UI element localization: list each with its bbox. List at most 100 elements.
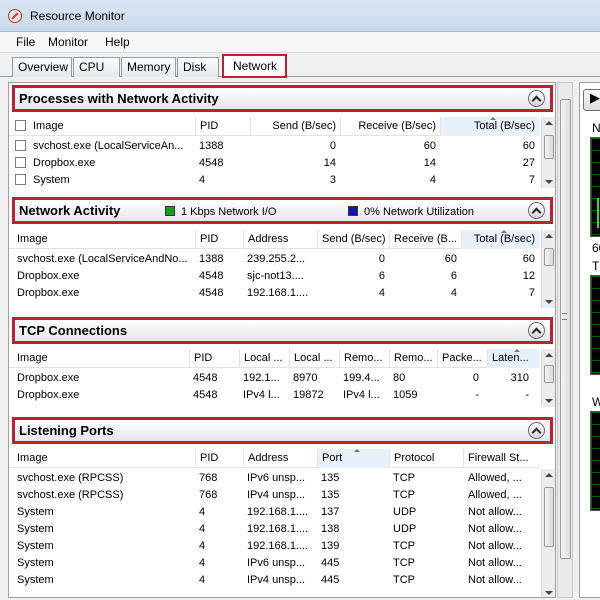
row-address: IPv6 unsp... [247,472,306,484]
scroll-thumb[interactable] [544,487,554,547]
column-receive[interactable]: Receive (B... [389,230,461,249]
scroll-up-icon[interactable] [545,353,553,357]
scroll-down-icon[interactable] [545,180,553,184]
menu-monitor[interactable]: Monitor [48,35,88,49]
column-pid[interactable]: PID [189,349,239,368]
listening-ports-header[interactable]: Listening Ports [12,417,553,444]
wireless-graph [590,411,600,511]
column-packet-loss[interactable]: Packe... [437,349,487,368]
table-row[interactable]: Dropbox.exe 4548 192.1... 8970 199.4... … [9,370,539,387]
network-activity-scrollbar[interactable] [541,230,555,308]
table-header: Image PID Send (B/sec) Receive (B/sec) T… [9,117,539,136]
column-send[interactable]: Send (B/sec) [317,230,389,249]
network-activity-header[interactable]: Network Activity 1 Kbps Network I/O 0% N… [12,197,553,224]
collapse-icon[interactable] [528,202,545,219]
column-firewall-status[interactable]: Firewall St... [463,449,539,468]
row-port: 138 [321,523,340,535]
scroll-down-icon[interactable] [545,399,553,403]
collapse-icon[interactable] [528,322,545,339]
scroll-thumb[interactable] [560,99,571,559]
column-pid[interactable]: PID [195,230,243,249]
select-all-checkbox[interactable] [15,120,26,131]
column-local-port[interactable]: Local ... [289,349,339,368]
row-pid: 4548 [199,270,224,282]
row-local-address: IPv4 l... [243,389,280,401]
scroll-up-icon[interactable] [545,234,553,238]
table-row[interactable]: System 4 IPv6 unsp... 445 TCP Not allow.… [9,555,539,572]
column-pid[interactable]: PID [195,449,243,468]
row-pid: 4548 [193,389,218,401]
views-button[interactable]: ▶ [583,89,600,111]
column-send[interactable]: Send (B/sec) [250,117,340,136]
table-row[interactable]: System 4 IPv4 unsp... 445 TCP Not allow.… [9,572,539,589]
row-address: 192.168.1.... [247,287,309,299]
tab-network[interactable]: Network [222,54,287,78]
scroll-up-icon[interactable] [545,121,553,125]
column-total[interactable]: Total (B/sec) [461,230,539,249]
tcp-header[interactable]: TCP Connections [12,317,553,344]
tab-disk[interactable]: Disk [177,57,219,77]
table-row[interactable]: svchost.exe (RPCSS) 768 IPv4 unsp... 135… [9,487,539,504]
graph-label-network: N [592,121,600,135]
processes-header[interactable]: Processes with Network Activity [12,85,553,112]
resource-monitor-icon [8,9,22,23]
scroll-thumb[interactable] [544,248,554,266]
tcp-scrollbar[interactable] [541,349,555,407]
collapse-icon[interactable] [528,90,545,107]
column-image[interactable]: Image [9,349,189,368]
tab-overview[interactable]: Overview [12,57,72,77]
row-port: 139 [321,540,340,552]
row-packet-loss: - [475,389,479,401]
listening-ports-scrollbar[interactable] [541,469,555,597]
network-pane: Processes with Network Activity Image PI… [8,82,556,598]
tab-cpu[interactable]: CPU [73,57,120,77]
scroll-down-icon[interactable] [545,300,553,304]
table-row[interactable]: System 4 192.168.1.... 138 UDP Not allow… [9,521,539,538]
column-image[interactable]: Image [9,230,195,249]
processes-scrollbar[interactable] [541,117,555,188]
table-row[interactable]: Dropbox.exe 4548 14 14 27 [9,155,539,172]
tab-memory[interactable]: Memory [121,57,176,77]
column-image[interactable]: Image [9,449,195,468]
legend-swatch [165,206,175,216]
row-checkbox[interactable] [15,174,26,185]
row-address: sjc-not13.... [247,270,304,282]
column-remote-port[interactable]: Remo... [389,349,437,368]
table-row[interactable]: System 4 3 4 7 [9,172,539,189]
row-pid: 4 [199,540,206,552]
column-remote-address[interactable]: Remo... [339,349,389,368]
table-row[interactable]: System 4 192.168.1.... 139 TCP Not allow… [9,538,539,555]
scroll-down-icon[interactable] [545,591,553,595]
row-image: svchost.exe (RPCSS) [17,472,124,484]
table-row[interactable]: svchost.exe (RPCSS) 768 IPv6 unsp... 135… [9,470,539,487]
column-address[interactable]: Address [243,449,317,468]
column-local-address[interactable]: Local ... [239,349,289,368]
scroll-thumb[interactable] [544,135,554,159]
row-address: 192.168.1.... [247,540,309,552]
main-scrollbar[interactable] [557,82,573,598]
column-protocol[interactable]: Protocol [389,449,463,468]
row-checkbox[interactable] [15,157,26,168]
menu-help[interactable]: Help [105,35,130,49]
table-row[interactable]: Dropbox.exe 4548 sjc-not13.... 6 6 12 [9,268,539,285]
collapse-icon[interactable] [528,422,545,439]
section-title: Network Activity [19,203,121,218]
column-total[interactable]: Total (B/sec) [440,117,539,136]
table-row[interactable]: System 4 192.168.1.... 137 UDP Not allow… [9,504,539,521]
scroll-up-icon[interactable] [545,473,553,477]
table-row[interactable]: svchost.exe (LocalServiceAndNo... 1388 2… [9,251,539,268]
column-image[interactable]: Image [9,117,195,136]
column-address[interactable]: Address [243,230,317,249]
column-pid[interactable]: PID [195,117,250,136]
scroll-thumb[interactable] [544,365,554,383]
network-graph [590,137,600,237]
column-latency[interactable]: Laten... [487,349,539,368]
table-row[interactable]: Dropbox.exe 4548 IPv4 l... 19872 IPv4 l.… [9,387,539,404]
table-row[interactable]: Dropbox.exe 4548 192.168.1.... 4 4 7 [9,285,539,302]
row-checkbox[interactable] [15,140,26,151]
table-row[interactable]: svchost.exe (LocalServiceAn... 1388 0 60… [9,138,539,155]
graph-line [597,198,599,228]
column-receive[interactable]: Receive (B/sec) [340,117,440,136]
column-port[interactable]: Port [317,449,389,468]
menu-file[interactable]: File [16,35,35,49]
